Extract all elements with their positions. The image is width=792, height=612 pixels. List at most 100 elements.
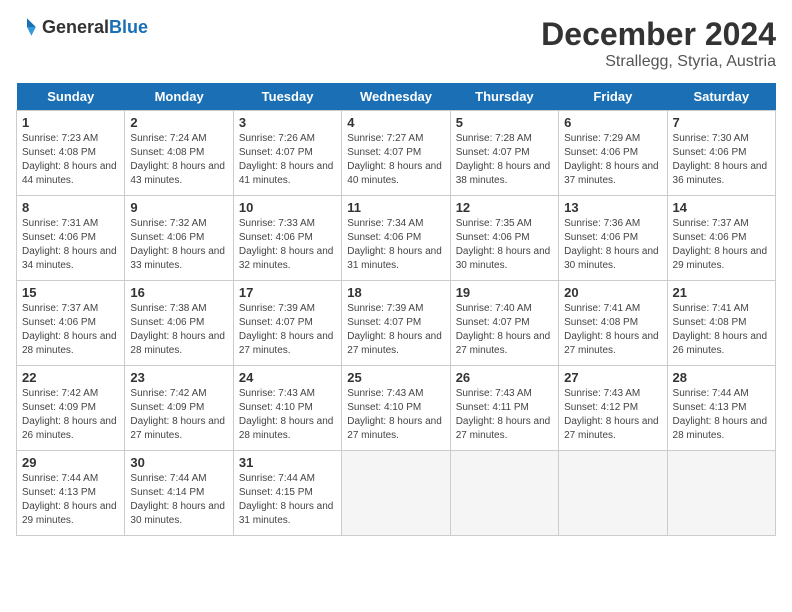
- day-cell: [559, 451, 667, 536]
- day-info: Sunrise: 7:41 AM Sunset: 4:08 PM Dayligh…: [564, 302, 661, 358]
- col-header-wednesday: Wednesday: [342, 83, 450, 111]
- day-number: 30: [130, 455, 227, 470]
- day-cell: 23Sunrise: 7:42 AM Sunset: 4:09 PM Dayli…: [125, 366, 233, 451]
- day-number: 14: [673, 200, 770, 215]
- day-info: Sunrise: 7:37 AM Sunset: 4:06 PM Dayligh…: [22, 302, 119, 358]
- day-number: 7: [673, 115, 770, 130]
- day-number: 4: [347, 115, 444, 130]
- week-row-4: 22Sunrise: 7:42 AM Sunset: 4:09 PM Dayli…: [17, 366, 776, 451]
- day-cell: 3Sunrise: 7:26 AM Sunset: 4:07 PM Daylig…: [233, 111, 341, 196]
- day-number: 1: [22, 115, 119, 130]
- col-header-friday: Friday: [559, 83, 667, 111]
- day-number: 19: [456, 285, 553, 300]
- day-number: 16: [130, 285, 227, 300]
- week-row-1: 1 Sunrise: 7:23 AM Sunset: 4:08 PM Daylig…: [17, 111, 776, 196]
- day-cell: 13 Sunrise: 7:36 AM Sunset: 4:06 PM Dayli…: [559, 196, 667, 281]
- day-info: Sunrise: 7:44 AM Sunset: 4:15 PM Dayligh…: [239, 472, 336, 528]
- day-number: 23: [130, 370, 227, 385]
- day-number: 6: [564, 115, 661, 130]
- day-number: 9: [130, 200, 227, 215]
- day-info: Sunrise: 7:44 AM Sunset: 4:13 PM Dayligh…: [673, 387, 770, 443]
- day-cell: 17 Sunrise: 7:39 AM Sunset: 4:07 PM Dayli…: [233, 281, 341, 366]
- month-year: December 2024: [541, 16, 776, 53]
- title-block: December 2024 Strallegg, Styria, Austria: [541, 16, 776, 71]
- day-info: Sunrise: 7:44 AM Sunset: 4:13 PM Dayligh…: [22, 472, 119, 528]
- col-header-sunday: Sunday: [17, 83, 125, 111]
- day-cell: 9 Sunrise: 7:32 AM Sunset: 4:06 PM Daylig…: [125, 196, 233, 281]
- day-cell: [667, 451, 775, 536]
- day-cell: 6Sunrise: 7:29 AM Sunset: 4:06 PM Daylig…: [559, 111, 667, 196]
- day-info: Sunrise: 7:43 AM Sunset: 4:12 PM Dayligh…: [564, 387, 661, 443]
- day-cell: 4Sunrise: 7:27 AM Sunset: 4:07 PM Daylig…: [342, 111, 450, 196]
- day-cell: 27 Sunrise: 7:43 AM Sunset: 4:12 PM Dayli…: [559, 366, 667, 451]
- day-info: Sunrise: 7:28 AM Sunset: 4:07 PM Dayligh…: [456, 132, 553, 188]
- day-number: 15: [22, 285, 119, 300]
- day-info: Sunrise: 7:41 AM Sunset: 4:08 PM Dayligh…: [673, 302, 770, 358]
- day-number: 29: [22, 455, 119, 470]
- day-cell: 22Sunrise: 7:42 AM Sunset: 4:09 PM Dayli…: [17, 366, 125, 451]
- day-info: Sunrise: 7:34 AM Sunset: 4:06 PM Dayligh…: [347, 217, 444, 273]
- day-number: 26: [456, 370, 553, 385]
- col-header-thursday: Thursday: [450, 83, 558, 111]
- day-info: Sunrise: 7:26 AM Sunset: 4:07 PM Dayligh…: [239, 132, 336, 188]
- day-number: 24: [239, 370, 336, 385]
- day-info: Sunrise: 7:40 AM Sunset: 4:07 PM Dayligh…: [456, 302, 553, 358]
- day-info: Sunrise: 7:42 AM Sunset: 4:09 PM Dayligh…: [22, 387, 119, 443]
- day-number: 21: [673, 285, 770, 300]
- day-info: Sunrise: 7:33 AM Sunset: 4:06 PM Dayligh…: [239, 217, 336, 273]
- day-info: Sunrise: 7:32 AM Sunset: 4:06 PM Dayligh…: [130, 217, 227, 273]
- day-info: Sunrise: 7:38 AM Sunset: 4:06 PM Dayligh…: [130, 302, 227, 358]
- day-cell: 1 Sunrise: 7:23 AM Sunset: 4:08 PM Daylig…: [17, 111, 125, 196]
- day-number: 18: [347, 285, 444, 300]
- page-header: GeneralBlue December 2024 Strallegg, Sty…: [16, 16, 776, 71]
- day-cell: 30Sunrise: 7:44 AM Sunset: 4:14 PM Dayli…: [125, 451, 233, 536]
- day-cell: 25Sunrise: 7:43 AM Sunset: 4:10 PM Dayli…: [342, 366, 450, 451]
- day-cell: 21 Sunrise: 7:41 AM Sunset: 4:08 PM Dayli…: [667, 281, 775, 366]
- day-cell: 14 Sunrise: 7:37 AM Sunset: 4:06 PM Dayli…: [667, 196, 775, 281]
- day-number: 28: [673, 370, 770, 385]
- logo-text: GeneralBlue: [42, 17, 148, 38]
- day-cell: 10Sunrise: 7:33 AM Sunset: 4:06 PM Dayli…: [233, 196, 341, 281]
- day-cell: 26Sunrise: 7:43 AM Sunset: 4:11 PM Dayli…: [450, 366, 558, 451]
- day-info: Sunrise: 7:37 AM Sunset: 4:06 PM Dayligh…: [673, 217, 770, 273]
- day-info: Sunrise: 7:43 AM Sunset: 4:10 PM Dayligh…: [239, 387, 336, 443]
- day-info: Sunrise: 7:39 AM Sunset: 4:07 PM Dayligh…: [239, 302, 336, 358]
- day-cell: [450, 451, 558, 536]
- day-cell: 15 Sunrise: 7:37 AM Sunset: 4:06 PM Dayli…: [17, 281, 125, 366]
- day-cell: [342, 451, 450, 536]
- day-cell: 8 Sunrise: 7:31 AM Sunset: 4:06 PM Daylig…: [17, 196, 125, 281]
- day-info: Sunrise: 7:39 AM Sunset: 4:07 PM Dayligh…: [347, 302, 444, 358]
- week-row-3: 15 Sunrise: 7:37 AM Sunset: 4:06 PM Dayli…: [17, 281, 776, 366]
- day-number: 2: [130, 115, 227, 130]
- logo: GeneralBlue: [16, 16, 148, 38]
- day-number: 13: [564, 200, 661, 215]
- day-info: Sunrise: 7:31 AM Sunset: 4:06 PM Dayligh…: [22, 217, 119, 273]
- logo-icon: [16, 16, 38, 38]
- day-cell: 18 Sunrise: 7:39 AM Sunset: 4:07 PM Dayli…: [342, 281, 450, 366]
- col-header-tuesday: Tuesday: [233, 83, 341, 111]
- day-number: 17: [239, 285, 336, 300]
- day-number: 11: [347, 200, 444, 215]
- day-cell: 20 Sunrise: 7:41 AM Sunset: 4:08 PM Dayli…: [559, 281, 667, 366]
- day-cell: 16 Sunrise: 7:38 AM Sunset: 4:06 PM Dayli…: [125, 281, 233, 366]
- day-number: 20: [564, 285, 661, 300]
- day-cell: 11 Sunrise: 7:34 AM Sunset: 4:06 PM Dayli…: [342, 196, 450, 281]
- day-cell: 7 Sunrise: 7:30 AM Sunset: 4:06 PM Daylig…: [667, 111, 775, 196]
- day-info: Sunrise: 7:23 AM Sunset: 4:08 PM Dayligh…: [22, 132, 119, 188]
- day-info: Sunrise: 7:30 AM Sunset: 4:06 PM Dayligh…: [673, 132, 770, 188]
- day-number: 8: [22, 200, 119, 215]
- calendar-table: SundayMondayTuesdayWednesdayThursdayFrid…: [16, 83, 776, 536]
- day-info: Sunrise: 7:24 AM Sunset: 4:08 PM Dayligh…: [130, 132, 227, 188]
- day-number: 25: [347, 370, 444, 385]
- day-number: 31: [239, 455, 336, 470]
- header-row: SundayMondayTuesdayWednesdayThursdayFrid…: [17, 83, 776, 111]
- day-info: Sunrise: 7:36 AM Sunset: 4:06 PM Dayligh…: [564, 217, 661, 273]
- day-cell: 19 Sunrise: 7:40 AM Sunset: 4:07 PM Dayli…: [450, 281, 558, 366]
- day-info: Sunrise: 7:35 AM Sunset: 4:06 PM Dayligh…: [456, 217, 553, 273]
- week-row-2: 8 Sunrise: 7:31 AM Sunset: 4:06 PM Daylig…: [17, 196, 776, 281]
- col-header-saturday: Saturday: [667, 83, 775, 111]
- col-header-monday: Monday: [125, 83, 233, 111]
- day-cell: 24 Sunrise: 7:43 AM Sunset: 4:10 PM Dayli…: [233, 366, 341, 451]
- day-number: 27: [564, 370, 661, 385]
- day-cell: 31 Sunrise: 7:44 AM Sunset: 4:15 PM Dayli…: [233, 451, 341, 536]
